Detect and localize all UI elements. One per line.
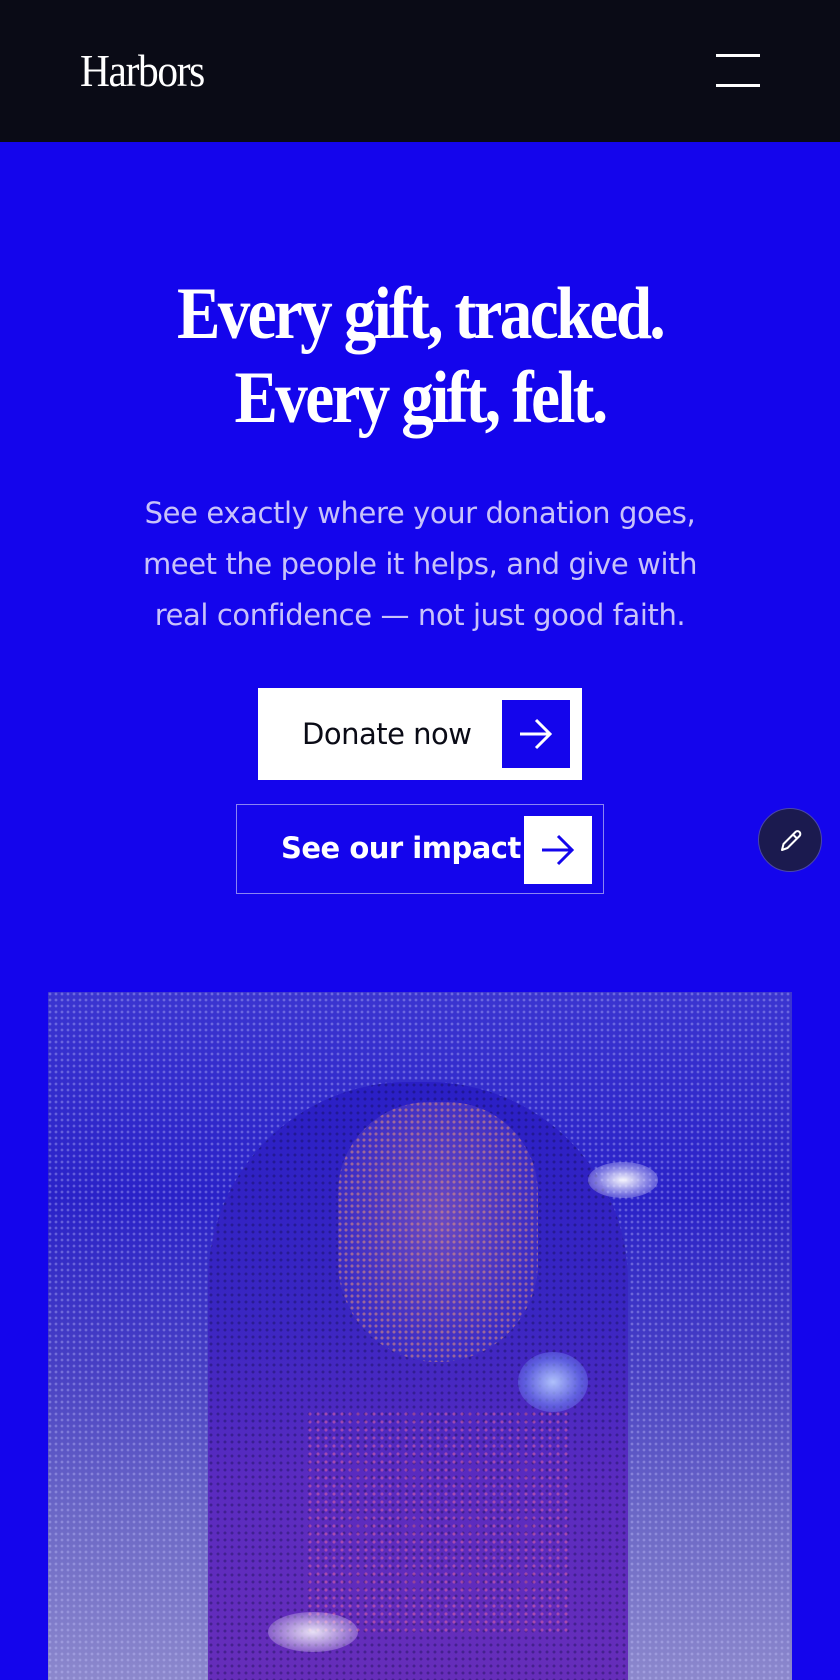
donate-now-label: Donate now xyxy=(302,717,472,751)
arrow-right-icon xyxy=(524,816,592,884)
hamburger-menu-icon[interactable] xyxy=(716,54,760,90)
edit-pencil-button[interactable] xyxy=(758,808,822,872)
menu-line-bottom xyxy=(716,84,760,87)
menu-line-top xyxy=(716,54,760,57)
headline-line-2: Every gift, felt. xyxy=(234,357,608,439)
arrow-right-icon xyxy=(502,700,570,768)
portrait-highlight xyxy=(588,1162,658,1198)
portrait-highlight xyxy=(518,1352,588,1412)
hero-headline: Every gift, tracked. Every gift, felt. xyxy=(0,272,840,440)
headline-line-1: Every gift, tracked. xyxy=(176,273,666,355)
hero-portrait-image xyxy=(48,992,792,1680)
portrait-face xyxy=(338,1102,538,1362)
donate-now-button[interactable]: Donate now xyxy=(258,688,582,780)
brand-logo[interactable]: Harbors xyxy=(80,44,205,97)
pencil-icon xyxy=(781,830,802,851)
portrait-accent xyxy=(308,1412,568,1632)
hero-subtext: See exactly where your donation goes, me… xyxy=(142,496,698,632)
see-our-impact-label: See our impact xyxy=(281,831,521,865)
see-our-impact-button[interactable]: See our impact xyxy=(236,804,604,894)
top-navigation-bar: Harbors xyxy=(0,0,840,142)
portrait-highlight xyxy=(268,1612,358,1652)
